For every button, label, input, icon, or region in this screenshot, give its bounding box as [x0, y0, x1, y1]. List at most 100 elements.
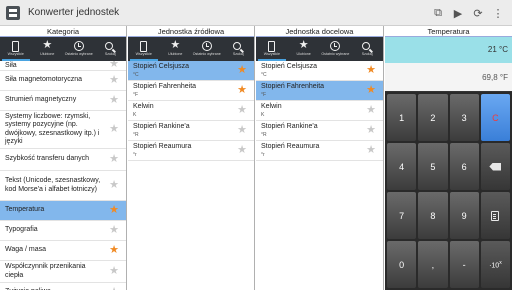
- list-item[interactable]: Kelwin K ★: [256, 101, 383, 121]
- category-panel: Kategoria Wszystkie ★ Ulubione Ostatnio w…: [0, 26, 127, 290]
- list-item[interactable]: Stopień Reaumura °r ★: [256, 141, 383, 161]
- key-7[interactable]: 7: [387, 192, 417, 239]
- copy-icon[interactable]: ⧉: [428, 3, 448, 23]
- key-3[interactable]: 3: [449, 94, 479, 141]
- list-item[interactable]: Siła magnetomotoryczna ★: [0, 71, 126, 91]
- tab-favorites[interactable]: ★ Ulubione: [288, 37, 320, 61]
- tab-all[interactable]: Wszystkie: [256, 37, 288, 61]
- favorite-star-icon[interactable]: ★: [236, 65, 248, 76]
- list-item[interactable]: Strumień magnetyczny ★: [0, 91, 126, 111]
- tab-label: Ostatnio wybrane: [321, 52, 350, 56]
- list-item[interactable]: Tekst (Unicode, szesnastkowy, kod Morse'…: [0, 171, 126, 201]
- tab-favorites[interactable]: ★ Ulubione: [160, 37, 192, 61]
- panel-title: Jednostka źródłowa: [128, 26, 254, 37]
- list-item[interactable]: Zużycie paliwa★: [0, 283, 126, 290]
- refresh-icon[interactable]: ⟳: [468, 3, 488, 23]
- play-icon[interactable]: ▶: [448, 3, 468, 23]
- app-list-icon[interactable]: [6, 5, 20, 20]
- favorite-star-icon[interactable]: ★: [108, 61, 120, 70]
- favorite-star-icon[interactable]: ★: [108, 266, 120, 277]
- list-item[interactable]: Współczynnik przenikania ciepła ★: [0, 261, 126, 283]
- favorite-star-icon[interactable]: ★: [365, 145, 377, 156]
- list-item-text: Typografia: [5, 226, 108, 234]
- list-item[interactable]: Typografia ★: [0, 221, 126, 241]
- power-of-ten-button[interactable]: ·10x: [480, 241, 510, 288]
- key-0[interactable]: 0: [387, 241, 417, 288]
- list-item-text: Waga / masa: [5, 246, 108, 254]
- favorite-star-icon[interactable]: ★: [365, 65, 377, 76]
- list-item[interactable]: Stopień Fahrenheita °F ★: [128, 81, 254, 101]
- list-item[interactable]: Kelwin K ★: [128, 101, 254, 121]
- backspace-button[interactable]: [480, 143, 510, 190]
- clear-button[interactable]: C: [480, 94, 510, 141]
- tab-label: Ulubione: [168, 52, 183, 56]
- list-item[interactable]: Systemy liczbowe: rzymski, systemy pozyc…: [0, 111, 126, 149]
- favorite-star-icon[interactable]: ★: [365, 125, 377, 136]
- list-item[interactable]: Stopień Fahrenheita °F ★: [256, 81, 383, 101]
- category-list: Siła ★ Siła magnetomotoryczna ★ Strumień mag…: [0, 61, 126, 290]
- output-value-field[interactable]: 69,8 °F: [385, 63, 512, 92]
- list-item-label: Stopień Reaumura: [261, 143, 320, 151]
- list-item[interactable]: Stopień Rankine'a °R ★: [128, 121, 254, 141]
- tab-recent[interactable]: Ostatnio wybrane: [63, 37, 95, 61]
- favorite-star-icon[interactable]: ★: [236, 125, 248, 136]
- list-item[interactable]: Stopień Rankine'a °R ★: [256, 121, 383, 141]
- key-9[interactable]: 9: [449, 192, 479, 239]
- negate-button[interactable]: -: [449, 241, 479, 288]
- list-item[interactable]: Stopień Celsjusza °C ★: [256, 61, 383, 81]
- key-2[interactable]: 2: [418, 94, 448, 141]
- input-value-field[interactable]: 21 °C: [385, 37, 512, 63]
- favorite-star-icon[interactable]: ★: [236, 105, 248, 116]
- tab-search[interactable]: Szukaj: [223, 37, 255, 61]
- panel-title: Jednostka docelowa: [256, 26, 383, 37]
- tab-recent[interactable]: Ostatnio wybrane: [191, 37, 223, 61]
- list-item[interactable]: Siła ★: [0, 61, 126, 71]
- paste-button[interactable]: [480, 192, 510, 239]
- favorite-star-icon[interactable]: ★: [108, 180, 120, 191]
- key-8[interactable]: 8: [418, 192, 448, 239]
- list-item-label: Tekst (Unicode, szesnastkowy, kod Morse'…: [5, 177, 101, 193]
- key-1[interactable]: 1: [387, 94, 417, 141]
- favorite-star-icon[interactable]: ★: [108, 225, 120, 236]
- list-item[interactable]: Temperatura ★: [0, 201, 126, 221]
- tab-search[interactable]: Szukaj: [351, 37, 383, 61]
- favorite-star-icon[interactable]: ★: [365, 85, 377, 96]
- list-item[interactable]: Stopień Celsjusza °C ★: [128, 61, 254, 81]
- favorite-star-icon[interactable]: ★: [108, 205, 120, 216]
- list-item-label: Siła magnetomotoryczna: [5, 76, 83, 84]
- list-item[interactable]: Stopień Reaumura °r ★: [128, 141, 254, 161]
- overflow-menu-icon[interactable]: ⋮: [488, 3, 508, 23]
- favorite-star-icon[interactable]: ★: [108, 124, 120, 135]
- decimal-comma-button[interactable]: ,: [418, 241, 448, 288]
- favorite-star-icon[interactable]: ★: [108, 95, 120, 106]
- list-item-label: Strumień magnetyczny: [5, 96, 77, 104]
- panel-title: Kategoria: [0, 26, 126, 37]
- favorite-star-icon[interactable]: ★: [108, 154, 120, 165]
- panel-title: Temperatura: [385, 26, 512, 37]
- unit-symbol: °R: [261, 131, 267, 138]
- tab-all[interactable]: Wszystkie: [128, 37, 160, 61]
- tab-recent[interactable]: Ostatnio wybrane: [320, 37, 352, 61]
- favorite-star-icon[interactable]: ★: [108, 245, 120, 256]
- clock-icon: [73, 41, 84, 51]
- tab-label: Ulubione: [296, 52, 311, 56]
- search-icon: [233, 42, 242, 50]
- key-5[interactable]: 5: [418, 143, 448, 190]
- list-item-label: Temperatura: [5, 206, 45, 214]
- tab-favorites[interactable]: ★ Ulubione: [32, 37, 64, 61]
- key-4[interactable]: 4: [387, 143, 417, 190]
- favorite-star-icon[interactable]: ★: [365, 105, 377, 116]
- list-item-text: Temperatura: [5, 206, 108, 214]
- key-6[interactable]: 6: [449, 143, 479, 190]
- favorite-star-icon[interactable]: ★: [236, 145, 248, 156]
- unit-symbol: °r: [261, 151, 265, 158]
- list-item[interactable]: Szybkość transferu danych ★: [0, 149, 126, 171]
- favorite-star-icon[interactable]: ★: [108, 75, 120, 86]
- list-item-label: Stopień Celsjusza: [133, 63, 190, 71]
- tab-search[interactable]: Szukaj: [95, 37, 127, 61]
- list-item[interactable]: Waga / masa ★: [0, 241, 126, 261]
- favorite-star-icon[interactable]: ★: [236, 85, 248, 96]
- source-unit-panel: Jednostka źródłowa Wszystkie ★ Ulubione O…: [128, 26, 255, 290]
- list-item-label: Stopień Fahrenheita: [261, 83, 325, 91]
- tab-all[interactable]: Wszystkie: [0, 37, 32, 61]
